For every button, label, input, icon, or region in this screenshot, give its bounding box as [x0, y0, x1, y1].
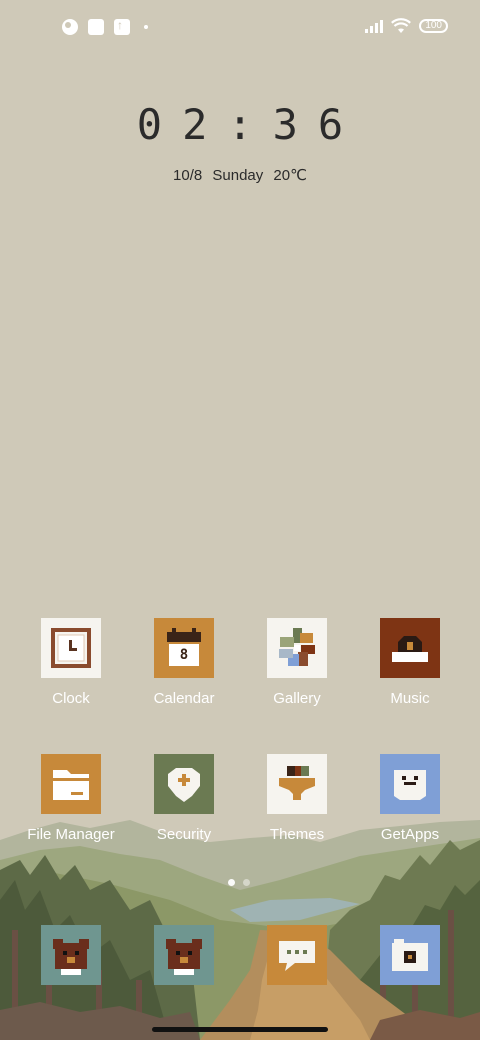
themes-icon: [267, 754, 327, 814]
messages-icon: [267, 925, 327, 985]
home-indicator[interactable]: [152, 1027, 328, 1032]
app-themes[interactable]: Themes: [237, 754, 357, 843]
app-gallery[interactable]: Gallery: [237, 618, 357, 707]
clock-icon: [41, 618, 101, 678]
dock-app-phone[interactable]: [11, 925, 131, 985]
app-label: Music: [390, 690, 430, 707]
status-left-icons: [62, 18, 148, 35]
battery-icon: 100: [419, 19, 448, 33]
folder-icon: [41, 754, 101, 814]
app-label: GetApps: [380, 826, 440, 843]
shield-icon: [154, 754, 214, 814]
music-icon: [380, 618, 440, 678]
calendar-date: 8: [179, 647, 189, 663]
status-bar: 100: [0, 0, 480, 56]
dock-app-camera[interactable]: [350, 925, 470, 985]
signal-icon: [365, 19, 384, 33]
status-right-icons: 100: [365, 18, 448, 34]
app-label: File Manager: [27, 826, 115, 843]
bear-icon: [154, 925, 214, 985]
wifi-icon: [391, 18, 412, 33]
app-label: Security: [156, 826, 212, 843]
page-indicator[interactable]: [228, 879, 250, 886]
calendar-icon: 8: [154, 618, 214, 678]
app-label: Clock: [52, 690, 90, 707]
app-label: Themes: [269, 826, 325, 843]
camera-icon: [380, 925, 440, 985]
clock-widget-date: 10/8 Sunday 20℃: [173, 167, 307, 184]
dock-app-contacts[interactable]: [124, 925, 244, 985]
bear-icon: [41, 925, 101, 985]
dot-icon: [144, 25, 148, 29]
app-calendar[interactable]: 8 Calendar: [124, 618, 244, 707]
getapps-icon: [380, 754, 440, 814]
clock-widget-time[interactable]: 02:36: [0, 100, 480, 149]
page-dot: [243, 879, 250, 886]
gallery-icon: [267, 618, 327, 678]
app-music[interactable]: Music: [350, 618, 470, 707]
notification-icon: [62, 19, 78, 35]
app-security[interactable]: Security: [124, 754, 244, 843]
app-file-manager[interactable]: File Manager: [11, 754, 131, 843]
upload-icon: [114, 18, 130, 35]
square-icon: [88, 19, 104, 35]
app-label: Calendar: [153, 690, 215, 707]
dock-app-messages[interactable]: [237, 925, 357, 985]
page-dot-active: [228, 879, 235, 886]
app-clock[interactable]: Clock: [11, 618, 131, 707]
app-getapps[interactable]: GetApps: [350, 754, 470, 843]
app-label: Gallery: [273, 690, 321, 707]
